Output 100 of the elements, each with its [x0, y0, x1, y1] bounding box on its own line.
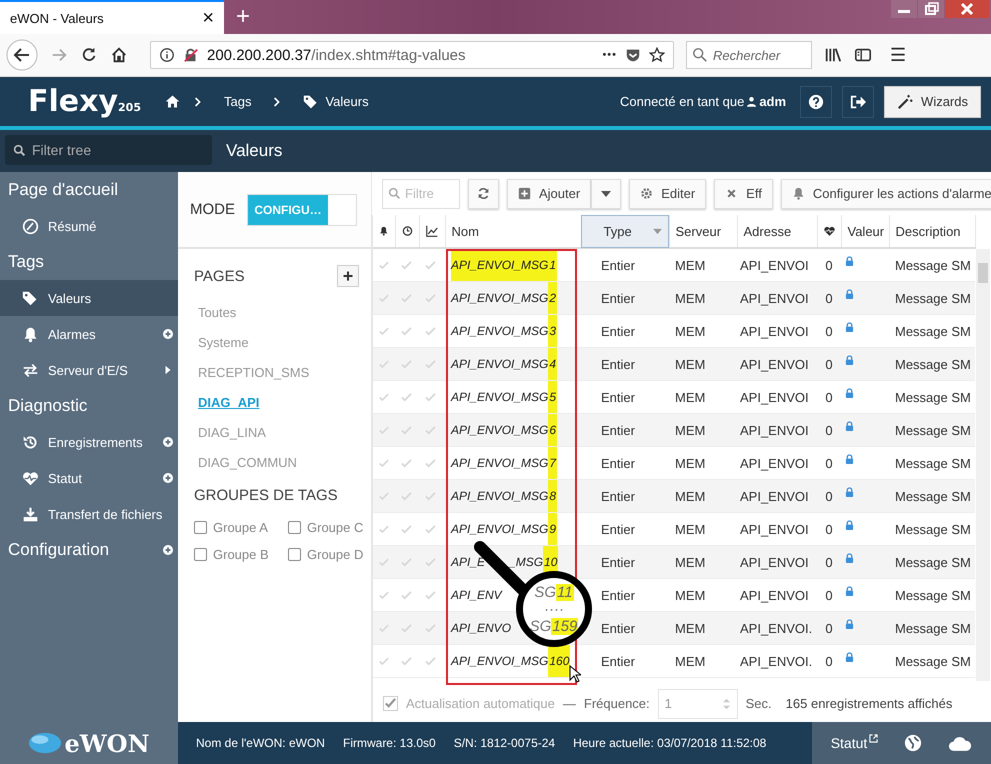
column-header[interactable]: Valeur [841, 215, 889, 248]
check-icon[interactable] [425, 590, 436, 600]
back-icon[interactable] [6, 39, 38, 71]
library-icon[interactable] [824, 46, 842, 64]
sidebar-item[interactable]: Enregistrements [0, 424, 178, 460]
breadcrumb-link[interactable]: Valeurs [325, 94, 369, 109]
checkbox[interactable] [194, 521, 207, 534]
checkbox[interactable] [288, 548, 301, 561]
check-icon[interactable] [425, 656, 436, 666]
check-icon[interactable] [425, 426, 436, 434]
check-icon[interactable] [425, 492, 436, 500]
check-icon[interactable] [425, 392, 436, 402]
checkbox[interactable] [383, 696, 398, 711]
check-icon[interactable] [379, 294, 389, 302]
check-icon[interactable] [401, 524, 412, 534]
check-icon[interactable] [401, 326, 412, 336]
forward-icon[interactable] [50, 46, 68, 64]
check-icon[interactable] [379, 426, 389, 434]
caret-icon[interactable] [652, 228, 662, 234]
add-button[interactable]: Ajouter [507, 178, 592, 208]
plus-circle-icon[interactable] [163, 437, 173, 447]
reload-icon[interactable] [80, 46, 98, 64]
column-header[interactable] [419, 215, 445, 248]
checkbox[interactable] [194, 548, 207, 561]
check-icon[interactable] [379, 392, 389, 402]
checkbox[interactable] [288, 521, 301, 534]
sidebar-icon[interactable] [854, 46, 872, 64]
check-icon[interactable] [401, 492, 412, 500]
check-icon[interactable] [425, 260, 436, 270]
column-header[interactable] [373, 215, 395, 248]
dropdown-button[interactable] [591, 178, 622, 208]
sidebar-item[interactable]: Valeurs [0, 280, 178, 316]
check-icon[interactable] [401, 294, 412, 302]
home-icon[interactable] [165, 94, 180, 109]
expand-arrow-icon[interactable] [163, 365, 173, 375]
refresh-button[interactable] [468, 178, 499, 208]
breadcrumb-link[interactable]: Tags [224, 94, 252, 109]
section-title[interactable]: Configuration [8, 540, 110, 560]
search-field[interactable]: Rechercher [686, 41, 812, 69]
sidebar-item[interactable]: Serveur d'E/S [0, 352, 178, 388]
minimize-icon[interactable] [891, 0, 917, 18]
column-header[interactable]: Adresse [737, 215, 817, 248]
edit-button[interactable]: Editer [629, 178, 706, 208]
check-icon[interactable] [401, 392, 412, 402]
browser-tab[interactable]: eWON - Valeurs × [0, 0, 224, 34]
check-icon[interactable] [379, 458, 389, 468]
check-icon[interactable] [425, 360, 436, 368]
scrollbar[interactable] [976, 249, 990, 681]
help-button[interactable] [800, 86, 832, 118]
check-icon[interactable] [401, 558, 412, 566]
restore-icon[interactable] [918, 0, 944, 18]
check-icon[interactable] [379, 326, 389, 336]
section-title[interactable]: Diagnostic [8, 396, 88, 416]
column-header[interactable] [817, 215, 841, 248]
check-icon[interactable] [379, 624, 389, 632]
address-bar[interactable]: 200.200.200.37/index.shtm#tag-values ••• [150, 41, 674, 69]
check-icon[interactable] [425, 458, 436, 468]
check-icon[interactable] [401, 260, 412, 270]
pocket-icon[interactable] [625, 47, 641, 63]
section-title[interactable]: Page d'accueil [8, 180, 118, 200]
plus-circle-icon[interactable] [163, 545, 173, 555]
column-header[interactable]: Type [581, 215, 669, 248]
check-icon[interactable] [401, 590, 412, 600]
check-icon[interactable] [379, 360, 389, 368]
check-icon[interactable] [425, 294, 436, 302]
wizards-button[interactable]: Wizards [884, 86, 981, 118]
check-icon[interactable] [379, 524, 389, 534]
home-icon[interactable] [110, 46, 128, 64]
check-icon[interactable] [379, 558, 389, 566]
cloud-icon[interactable] [948, 734, 972, 752]
star-icon[interactable] [649, 47, 665, 63]
plus-circle-icon[interactable] [163, 329, 173, 339]
check-icon[interactable] [425, 558, 436, 566]
section-title[interactable]: Tags [8, 252, 44, 272]
page-actions-button[interactable]: ••• [602, 49, 617, 61]
check-icon[interactable] [401, 656, 412, 666]
close-tab-button[interactable]: × [202, 6, 214, 30]
sidebar-item[interactable]: Résumé [0, 208, 178, 244]
logout-button[interactable] [842, 86, 874, 118]
add-page-button[interactable]: + [337, 265, 359, 287]
check-icon[interactable] [425, 524, 436, 534]
check-icon[interactable] [401, 624, 412, 632]
new-tab-button[interactable]: + [224, 3, 262, 31]
sidebar-item[interactable]: Transfert de fichiers [0, 496, 178, 532]
check-icon[interactable] [401, 426, 412, 434]
spinner-icon[interactable] [722, 696, 731, 710]
close-icon[interactable] [945, 0, 989, 18]
delete-button[interactable]: Eff [714, 178, 773, 208]
check-icon[interactable] [425, 326, 436, 336]
plus-circle-icon[interactable] [163, 473, 173, 483]
check-icon[interactable] [379, 492, 389, 500]
check-icon[interactable] [379, 590, 389, 600]
check-icon[interactable] [425, 624, 436, 632]
check-icon[interactable] [379, 260, 389, 270]
globe-icon[interactable] [904, 734, 922, 752]
column-header[interactable]: Description [889, 215, 975, 248]
column-header[interactable]: Serveur [669, 215, 737, 248]
check-icon[interactable] [401, 458, 412, 468]
menu-button[interactable]: ☰ [890, 44, 906, 66]
alarm-actions-button[interactable]: Configurer les actions d'alarme [780, 178, 991, 208]
